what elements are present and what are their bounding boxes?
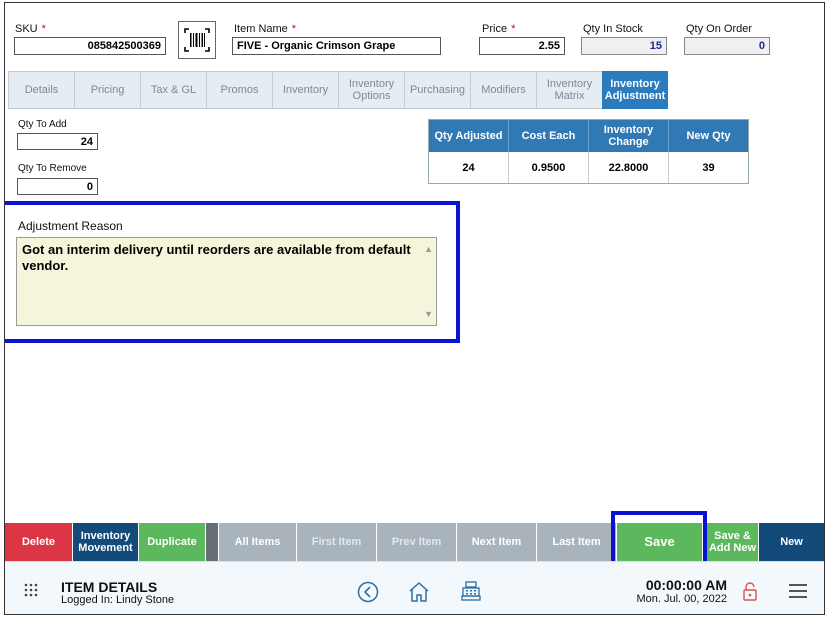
separator — [206, 523, 218, 561]
cell-new-qty: 39 — [702, 161, 715, 174]
qty-to-remove-input[interactable]: 0 — [17, 178, 98, 195]
adjustment-summary-table: Qty Adjusted Cost Each Inventory Change … — [428, 119, 749, 184]
next-item-button[interactable]: Next Item — [457, 523, 536, 561]
tab-bar: Details Pricing Tax & GL Promos Inventor… — [8, 71, 668, 109]
qty-on-order-value: 0 — [684, 37, 770, 55]
reason-textarea[interactable]: Got an interim delivery until reorders a… — [16, 237, 437, 326]
barcode-icon — [184, 28, 210, 52]
item-details-window: SKU * 085842500369 Item Name * FIVE - Orga… — [4, 2, 825, 615]
first-item-button[interactable]: First Item — [297, 523, 376, 561]
hamburger-icon[interactable] — [788, 583, 808, 599]
tab-purchasing[interactable]: Purchasing — [404, 71, 470, 109]
lock-icon[interactable] — [742, 581, 758, 601]
qty-to-remove-label: Qty To Remove — [18, 163, 87, 174]
page-title: ITEM DETAILS — [61, 579, 158, 595]
item-name-label: Item Name * — [234, 23, 297, 35]
tab-tax-gl[interactable]: Tax & GL — [140, 71, 206, 109]
sku-input[interactable]: 085842500369 — [14, 37, 166, 55]
qty-in-stock-value: 15 — [581, 37, 667, 55]
clock-time: 00:00:00 AM — [645, 577, 727, 593]
barcode-scan-button[interactable] — [178, 21, 216, 59]
col-inventory-change: Inventory Change — [589, 120, 669, 152]
footer-bar: ITEM DETAILS Logged In: Lindy Stone 00:0… — [5, 561, 824, 614]
tab-modifiers[interactable]: Modifiers — [470, 71, 536, 109]
clock-date: Mon. Jul. 00, 2022 — [636, 593, 727, 605]
scroll-down-icon[interactable]: ▼ — [424, 306, 433, 322]
price-label: Price * — [482, 23, 516, 35]
logged-in-text: Logged In: Lindy Stone — [61, 594, 175, 606]
reason-text: Got an interim delivery until reorders a… — [22, 242, 411, 273]
tab-inventory[interactable]: Inventory — [272, 71, 338, 109]
table-header: Qty Adjusted Cost Each Inventory Change … — [429, 120, 748, 152]
back-icon[interactable] — [357, 581, 379, 603]
tab-pricing[interactable]: Pricing — [74, 71, 140, 109]
price-input[interactable]: 2.55 — [479, 37, 565, 55]
last-item-button[interactable]: Last Item — [537, 523, 616, 561]
sku-label: SKU * — [15, 23, 46, 35]
qty-in-stock-label: Qty In Stock — [583, 23, 643, 35]
scroll-up-icon[interactable]: ▲ — [424, 241, 433, 257]
tab-promos[interactable]: Promos — [206, 71, 272, 109]
duplicate-button[interactable]: Duplicate — [139, 523, 205, 561]
prev-item-button[interactable]: Prev Item — [377, 523, 456, 561]
reason-label: Adjustment Reason — [18, 219, 123, 233]
item-name-input[interactable]: FIVE - Organic Crimson Grape — [232, 37, 441, 55]
col-new-qty: New Qty — [686, 130, 731, 142]
save-add-new-button[interactable]: Save & Add New — [707, 523, 758, 561]
tab-inventory-adjustment[interactable]: Inventory Adjustment — [602, 71, 668, 109]
register-icon[interactable] — [460, 580, 482, 602]
all-items-button[interactable]: All Items — [219, 523, 296, 561]
qty-on-order-label: Qty On Order — [686, 23, 753, 35]
table-row: 24 0.9500 22.8000 39 — [429, 152, 748, 183]
tab-inventory-matrix[interactable]: Inventory Matrix — [536, 71, 602, 109]
qty-to-add-label: Qty To Add — [18, 119, 67, 130]
col-qty-adjusted: Qty Adjusted — [429, 120, 509, 152]
home-icon[interactable] — [407, 580, 431, 604]
delete-button[interactable]: Delete — [5, 523, 72, 561]
tab-details[interactable]: Details — [8, 71, 74, 109]
cell-qty-adjusted: 24 — [429, 152, 509, 183]
qty-to-add-input[interactable]: 24 — [17, 133, 98, 150]
inventory-movement-button[interactable]: Inventory Movement — [73, 523, 138, 561]
cell-cost-each: 0.9500 — [509, 152, 589, 183]
cell-inventory-change: 22.8000 — [589, 152, 669, 183]
tab-inventory-options[interactable]: Inventory Options — [338, 71, 404, 109]
action-bar: Delete Inventory Movement Duplicate All … — [5, 511, 824, 573]
new-button[interactable]: New — [759, 523, 824, 561]
col-cost-each: Cost Each — [509, 120, 589, 152]
grid-menu-icon[interactable] — [23, 582, 39, 598]
